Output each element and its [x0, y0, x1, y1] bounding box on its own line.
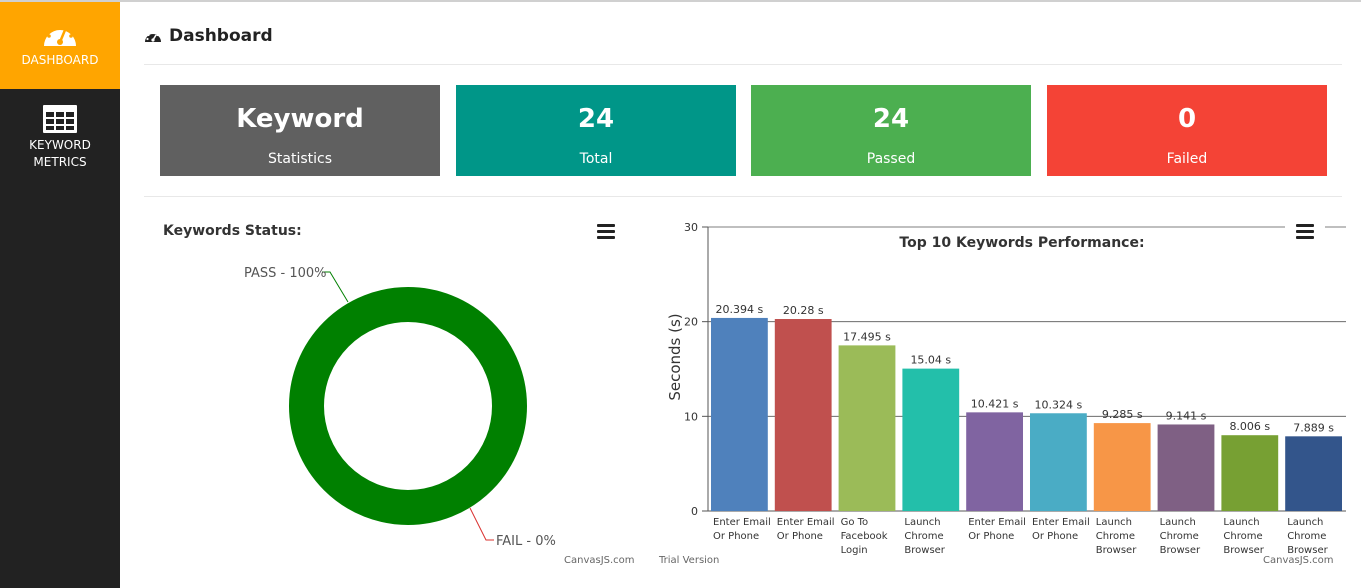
keywords-status-title: Keywords Status:: [163, 223, 302, 239]
x-tick-label: Browser: [904, 545, 945, 556]
x-tick-label: Or Phone: [713, 531, 759, 542]
x-tick-label: Go To: [841, 517, 869, 528]
hamburger-menu-icon: [1296, 224, 1314, 227]
y-tick-label: 20: [684, 316, 698, 329]
pass-label: PASS - 100%: [244, 266, 327, 281]
bar-data-label: 20.394 s: [716, 303, 764, 316]
x-tick-label: Login: [841, 545, 868, 556]
hamburger-line: [1296, 230, 1314, 233]
bar: [774, 319, 832, 511]
sidebar: DASHBOARD KEYWORD METRICS: [0, 2, 120, 588]
x-tick-label: Browser: [1096, 545, 1137, 556]
bar-data-label: 9.285 s: [1102, 408, 1143, 421]
x-tick-label: Facebook: [841, 531, 888, 542]
bar: [711, 317, 768, 511]
x-tick-label: Chrome: [1287, 531, 1326, 542]
canvasjs-credit[interactable]: CanvasJS.com: [564, 555, 635, 566]
card-label: Statistics: [268, 151, 332, 167]
x-tick-label: Or Phone: [1032, 531, 1078, 542]
bar: [1157, 424, 1215, 511]
trial-version-label: Trial Version: [659, 555, 720, 566]
table-grid-icon: [43, 105, 77, 133]
divider: [144, 196, 1342, 197]
x-tick-label: Launch: [1287, 517, 1323, 528]
x-tick-label: Enter Email: [968, 517, 1026, 528]
dashboard-icon: [145, 31, 161, 42]
sidebar-item-keyword-metrics[interactable]: KEYWORD METRICS: [0, 99, 120, 179]
x-tick-label: Or Phone: [777, 531, 823, 542]
card-label: Total: [579, 151, 613, 167]
y-axis-title: Seconds (s): [666, 313, 684, 400]
bar-data-label: 8.006 s: [1229, 420, 1270, 433]
bar-data-label: 9.141 s: [1166, 409, 1207, 422]
x-tick-label: Chrome: [1160, 531, 1199, 542]
card-label: Passed: [866, 151, 916, 167]
card-keyword-statistics: Keyword Statistics: [160, 85, 440, 176]
bar-data-label: 20.28 s: [783, 304, 824, 317]
x-tick-label: Launch: [1160, 517, 1196, 528]
bar-data-label: 17.495 s: [843, 330, 891, 343]
hamburger-menu-icon: [597, 224, 615, 227]
status-chart-menu-button[interactable]: [597, 224, 615, 240]
bar: [966, 412, 1023, 511]
card-passed: 24 Passed: [751, 85, 1031, 176]
x-tick-label: Chrome: [1223, 531, 1262, 542]
fail-label: FAIL - 0%: [496, 534, 556, 549]
bar-data-label: 7.889 s: [1293, 421, 1334, 434]
bar: [902, 368, 960, 511]
bar: [1285, 436, 1342, 511]
x-tick-label: Chrome: [1096, 531, 1135, 542]
sidebar-item-label: DASHBOARD: [21, 53, 99, 67]
x-tick-label: Or Phone: [968, 531, 1014, 542]
hamburger-line: [597, 230, 615, 233]
x-tick-label: Launch: [1096, 517, 1132, 528]
page-title-text: Dashboard: [169, 26, 273, 46]
y-tick-label: 10: [684, 410, 698, 423]
x-tick-label: Browser: [1160, 545, 1201, 556]
x-tick-label: Launch: [904, 517, 940, 528]
bar: [838, 345, 896, 511]
y-tick-label: 0: [691, 505, 698, 518]
keywords-performance-bar-chart: 0 10 20 30 Seconds (s) Top 10 Keywords Perfor…: [666, 220, 1346, 556]
bar-data-label: 10.324 s: [1035, 398, 1083, 411]
card-value: 24: [872, 104, 910, 134]
card-label: Failed: [1166, 151, 1208, 167]
card-value: 24: [577, 104, 615, 134]
x-tick-label: Enter Email: [1032, 517, 1090, 528]
sidebar-item-dashboard[interactable]: DASHBOARD: [0, 2, 120, 89]
x-tick-label: Launch: [1223, 517, 1259, 528]
bar: [1221, 435, 1279, 511]
card-total: 24 Total: [456, 85, 736, 176]
bar: [1093, 423, 1151, 511]
card-failed: 0 Failed: [1047, 85, 1327, 176]
x-tick-label: Browser: [1223, 545, 1264, 556]
bar-data-label: 15.04 s: [910, 354, 951, 367]
bar-data-label: 10.421 s: [971, 397, 1019, 410]
card-value: Keyword: [236, 104, 364, 134]
x-tick-label: Enter Email: [777, 517, 835, 528]
hamburger-line: [1296, 236, 1314, 239]
canvasjs-credit-2[interactable]: CanvasJS.com: [1263, 555, 1334, 566]
x-tick-label: Chrome: [904, 531, 943, 542]
x-tick-label: Enter Email: [713, 517, 771, 528]
performance-chart-menu-button[interactable]: [1296, 224, 1314, 240]
pie-slice-pass: [289, 287, 527, 525]
bar: [1030, 413, 1087, 511]
sidebar-item-label-line2: METRICS: [33, 155, 87, 169]
divider: [144, 64, 1342, 65]
chart-title: Top 10 Keywords Performance:: [899, 235, 1144, 251]
y-tick-label: 30: [684, 221, 698, 234]
fail-label-connector: [469, 507, 494, 541]
sidebar-item-label-line1: KEYWORD: [29, 138, 91, 152]
hamburger-line: [597, 236, 615, 239]
speedometer-icon: [44, 24, 76, 46]
card-value: 0: [1177, 104, 1197, 134]
page-title: Dashboard: [144, 24, 273, 48]
keywords-status-doughnut-chart: PASS - 100% FAIL - 0%: [244, 266, 556, 549]
